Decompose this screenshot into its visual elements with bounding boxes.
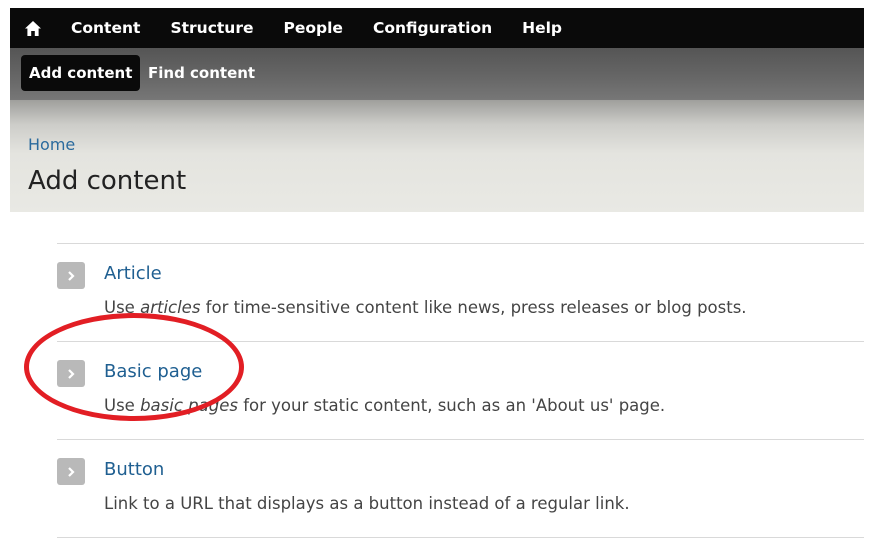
menu-configuration[interactable]: Configuration xyxy=(358,8,507,48)
menu-help[interactable]: Help xyxy=(507,8,577,48)
home-icon[interactable] xyxy=(10,8,56,48)
menu-content[interactable]: Content xyxy=(56,8,155,48)
content-type-description: Use articles for time-sensitive content … xyxy=(104,298,747,317)
page-title: Add content xyxy=(28,166,187,196)
breadcrumb-home[interactable]: Home xyxy=(28,135,75,154)
content-type-title[interactable]: Article xyxy=(104,262,162,286)
menu-people[interactable]: People xyxy=(268,8,357,48)
divider xyxy=(57,537,864,538)
page-header: Home Add content xyxy=(10,100,864,212)
find-content-shortcut[interactable]: Find content xyxy=(140,55,263,91)
divider xyxy=(57,439,864,440)
add-content-shortcut[interactable]: Add content xyxy=(21,55,141,91)
chevron-right-icon xyxy=(57,458,85,485)
admin-toolbar: Content Structure People Configuration H… xyxy=(10,8,864,48)
content-type-description: Link to a URL that displays as a button … xyxy=(104,494,630,513)
menu-structure[interactable]: Structure xyxy=(155,8,268,48)
content-type-title[interactable]: Button xyxy=(104,458,164,482)
divider xyxy=(57,243,864,244)
highlight-circle-annotation xyxy=(24,313,244,421)
shortcut-tray: Add content Find content xyxy=(10,48,864,100)
chevron-right-icon xyxy=(57,262,85,289)
